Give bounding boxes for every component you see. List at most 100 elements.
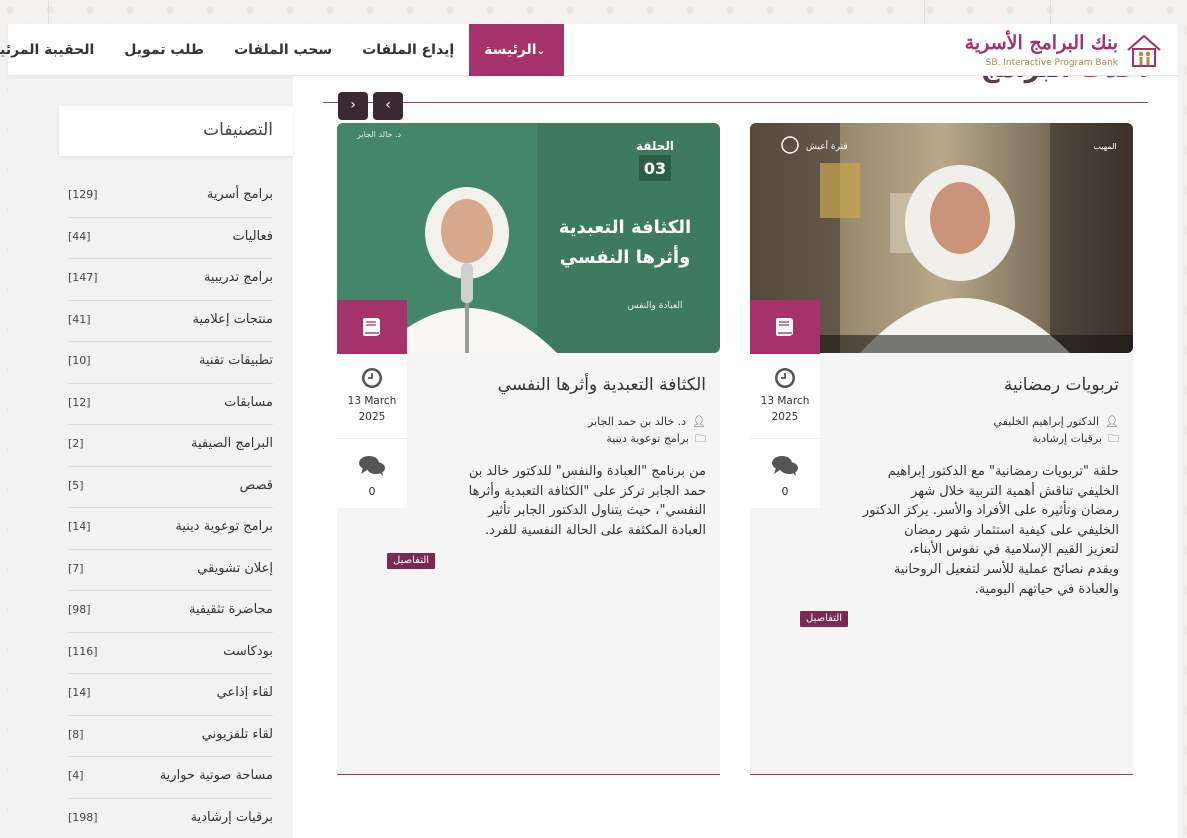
details-button[interactable]: التفاصيل	[387, 553, 436, 569]
category-item[interactable]: فعاليات [44]	[68, 218, 273, 259]
card-author: الدكتور إبراهيم الخليفي 👤︎	[993, 415, 1119, 428]
category-name[interactable]: مساحة صوتية حوارية	[160, 768, 273, 783]
details-button[interactable]: التفاصيل	[800, 611, 849, 627]
category-count: [7]	[68, 561, 84, 575]
date-day-month: 13 March	[760, 395, 810, 407]
nav-item-label: سحب الملفات	[234, 42, 333, 58]
category-count: [12]	[68, 395, 91, 409]
card-title[interactable]: الكثافة التعبدية وأثرها النفسي	[498, 375, 706, 395]
nav-item[interactable]: سحب الملفات	[219, 24, 347, 76]
category-item[interactable]: منتجات إعلامية [41]	[68, 301, 273, 342]
sidebar-header: التصنيفات	[59, 106, 293, 156]
card-category: برامج توعوية دينية 🗀	[606, 430, 706, 449]
site-logo[interactable]: بنك البرامج الأسرية SB. Interactive Prog…	[965, 28, 1164, 72]
nav-item[interactable]: الحقيبة المرئية	[0, 24, 109, 76]
program-card: فترة أعيش المهيب 13 March 2025 0 تربويات…	[750, 123, 1133, 775]
category-name[interactable]: برامج توعوية دينية	[175, 519, 273, 534]
category-name[interactable]: محاضرة تثقيفية	[189, 602, 273, 617]
card-category-name[interactable]: برقيات إرشادية	[1032, 432, 1102, 445]
category-count: [129]	[68, 188, 98, 201]
svg-text:الحلقة: الحلقة	[636, 139, 674, 153]
card-title[interactable]: تربويات رمضانية	[1004, 375, 1119, 395]
category-name[interactable]: إعلان تشويقي	[197, 561, 273, 576]
card-comments[interactable]: 0	[337, 439, 407, 508]
category-count: [147]	[68, 271, 98, 284]
user-icon: 👤︎	[1105, 415, 1119, 428]
desc-line: رمضان وتأثيره على الأفراد والأسر. يركز ا…	[862, 503, 1119, 519]
category-item[interactable]: مساحة صوتية حوارية [4]	[68, 757, 273, 799]
carousel-prev-button[interactable]: ‹	[373, 92, 403, 120]
card-description: من برنامج "العبادة والنفس" للدكتور خالد …	[469, 462, 706, 540]
svg-text:فترة أعيش: فترة أعيش	[806, 140, 848, 152]
folder-icon: 🗀	[695, 432, 706, 445]
category-name[interactable]: لقاء إذاعي	[217, 685, 273, 700]
category-item[interactable]: لقاء إذاعي [14]	[68, 674, 273, 716]
carousel-next-button[interactable]: ›	[338, 92, 368, 120]
nav-item[interactable]: الرئيسة⌄	[469, 24, 564, 76]
nav-item[interactable]: طلب تمويل	[109, 24, 219, 76]
category-item[interactable]: إعلان تشويقي [7]	[68, 550, 273, 591]
desc-line: العبادة المكثفة على الحالة النفسية للفرد…	[485, 522, 706, 538]
program-card: د. خالد الجابر الحلقة 03 الكثافة التعبدي…	[337, 123, 720, 775]
card-date: 13 March 2025	[750, 353, 820, 439]
card-author-name[interactable]: الدكتور إبراهيم الخليفي	[993, 415, 1099, 428]
sidebar-title: التصنيفات	[203, 120, 273, 140]
nav-item-label: الحقيبة المرئية	[0, 42, 95, 58]
category-item[interactable]: البرامج الصيفية [2]	[68, 425, 273, 467]
logo-arabic-text: بنك البرامج الأسرية	[964, 32, 1118, 54]
card-category-name[interactable]: برامج توعوية دينية	[606, 432, 689, 445]
svg-text:د. خالد الجابر: د. خالد الجابر	[356, 130, 402, 139]
book-icon	[776, 318, 793, 336]
category-name[interactable]: البرامج الصيفية	[191, 436, 273, 451]
category-item[interactable]: برامج تدريبية [147]	[68, 259, 273, 301]
category-name[interactable]: برامج تدريبية	[204, 270, 273, 285]
nav-item-label: الرئيسة	[484, 42, 537, 58]
category-name[interactable]: بودكاست	[223, 644, 273, 659]
category-name[interactable]: برقيات إرشادية	[191, 810, 273, 825]
category-name[interactable]: منتجات إعلامية	[192, 312, 273, 327]
card-author-name[interactable]: د. خالد بن حمد الجابر	[588, 415, 686, 428]
nav-item[interactable]: إيداع الملفات	[347, 24, 469, 76]
category-name[interactable]: فعاليات	[232, 229, 273, 244]
category-item[interactable]: محاضرة تثقيفية [98]	[68, 591, 273, 633]
category-name[interactable]: مسابقات	[224, 395, 273, 410]
top-strip	[0, 0, 1187, 24]
svg-text:03: 03	[644, 159, 666, 178]
category-count: [4]	[68, 769, 84, 782]
card-category: برقيات إرشادية 🗀	[1032, 430, 1119, 449]
comments-icon	[359, 456, 385, 476]
category-item[interactable]: تطبيقات تقنية [10]	[68, 342, 273, 384]
site-header: بنك البرامج الأسرية SB. Interactive Prog…	[0, 24, 1178, 76]
svg-text:وأثرها النفسي: وأثرها النفسي	[560, 245, 691, 268]
desc-line: لتعزيز القيم الإسلامية في نفوس الأبناء،	[909, 542, 1119, 558]
date-day-month: 13 March	[347, 395, 397, 407]
category-count: [2]	[68, 437, 84, 450]
svg-text:العبادة والنفس: العبادة والنفس	[628, 301, 683, 311]
category-count: [14]	[68, 520, 91, 533]
category-item[interactable]: بودكاست [116]	[68, 633, 273, 674]
card-type-badge	[750, 300, 820, 354]
card-date: 13 March 2025	[337, 353, 407, 439]
main-nav: الرئيسة⌄ إيداع الملفات سحب الملفات طلب تموي…	[0, 24, 564, 76]
category-name[interactable]: تطبيقات تقنية	[199, 353, 273, 368]
category-item[interactable]: لقاء تلفزيوني [8]	[68, 716, 273, 757]
category-count: [44]	[68, 229, 91, 243]
category-item[interactable]: برامج أسرية [129]	[68, 176, 273, 218]
category-name[interactable]: قصص	[240, 478, 273, 493]
category-count: [10]	[68, 354, 91, 367]
desc-line: من برنامج "العبادة والنفس" للدكتور خالد …	[468, 464, 706, 479]
category-item[interactable]: برامج توعوية دينية [14]	[68, 508, 273, 550]
category-item[interactable]: مسابقات [12]	[68, 384, 273, 425]
comments-count: 0	[781, 485, 789, 498]
category-list: برامج أسرية [129] فعاليات [44] برامج تدريبية…	[68, 176, 273, 838]
card-comments[interactable]: 0	[750, 439, 820, 508]
category-name[interactable]: برامج أسرية	[207, 187, 273, 202]
desc-line: والعبادة في حياتهم اليومية.	[974, 581, 1119, 597]
category-item[interactable]: برقيات إرشادية [198]	[68, 799, 273, 838]
nav-item-label: إيداع الملفات	[362, 42, 455, 58]
category-count: [198]	[68, 810, 98, 824]
logo-english-text: SB. Interactive Program Bank	[985, 58, 1118, 68]
category-item[interactable]: قصص [5]	[68, 467, 273, 508]
house-logo-icon	[1127, 34, 1161, 67]
category-name[interactable]: لقاء تلفزيوني	[202, 727, 273, 742]
